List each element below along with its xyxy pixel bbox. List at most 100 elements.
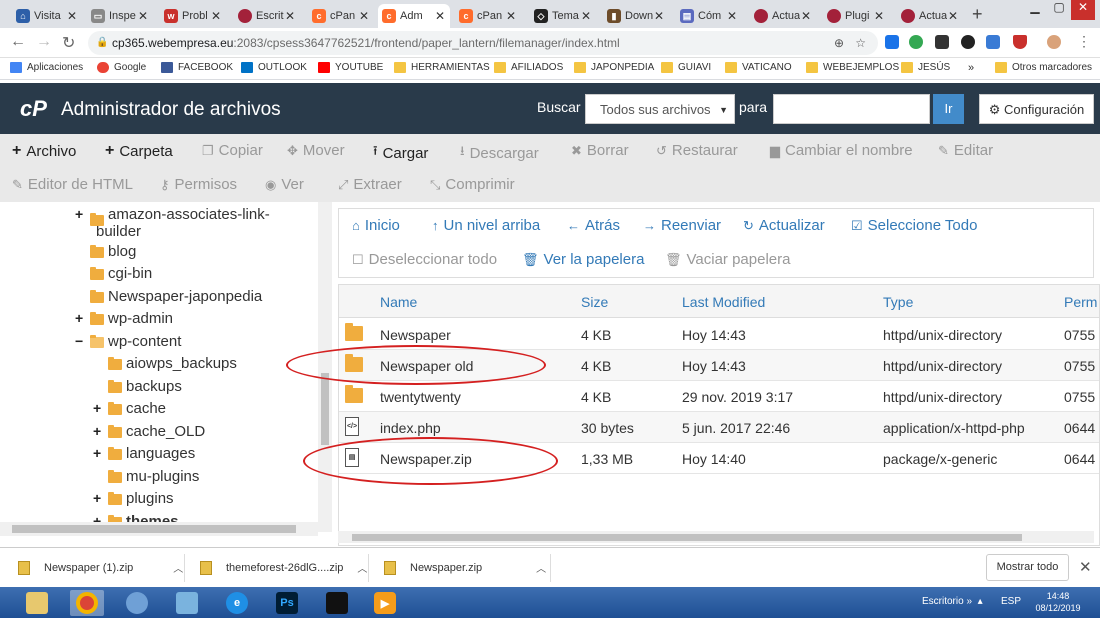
download-item[interactable]: Newspaper.zip ︿	[384, 560, 546, 575]
go-button[interactable]: Ir	[933, 94, 964, 124]
taskbar-app[interactable]	[320, 590, 354, 616]
language-indicator[interactable]: ESP	[1001, 596, 1021, 607]
close-icon[interactable]: ✕	[358, 9, 370, 23]
expand-icon[interactable]: +	[75, 206, 86, 222]
other-bookmarks[interactable]: Otros marcadores	[995, 62, 1092, 73]
search-scope-select[interactable]: Todos sus archivos ▼	[585, 94, 735, 124]
compress-button[interactable]: ⤡ Comprimir	[430, 176, 515, 193]
list-hscroll-thumb[interactable]	[352, 534, 1022, 541]
browser-tab[interactable]: c cPan ✕	[308, 4, 374, 28]
file-row[interactable]: twentytwenty 4 KB 29 nov. 2019 3:17 http…	[339, 381, 1099, 412]
new-folder-button[interactable]: + Carpeta	[105, 142, 173, 160]
upload-button[interactable]: ⭱ Cargar	[373, 142, 428, 164]
menu-icon[interactable]: ⋮	[1077, 33, 1091, 50]
tree-node[interactable]: cgi-bin	[86, 265, 152, 282]
taskbar-app[interactable]	[20, 590, 54, 616]
window-close-icon[interactable]: ✕	[1071, 0, 1095, 20]
chevron-up-icon[interactable]: ︿	[357, 560, 367, 575]
close-icon[interactable]: ✕	[210, 9, 222, 23]
tree-node[interactable]: blog	[86, 243, 136, 260]
tree-scroll-thumb[interactable]	[321, 373, 329, 445]
tree-node[interactable]: + amazon-associates-link-builder	[75, 206, 270, 240]
view-button[interactable]: ◉ Ver	[265, 176, 304, 193]
chevron-up-icon[interactable]: ︿	[536, 560, 546, 575]
up-one-level-button[interactable]: ↑ Un nivel arriba	[432, 217, 540, 234]
expand-icon[interactable]: +	[75, 310, 86, 326]
bookmark-folder[interactable]: JESÚS	[901, 62, 950, 73]
taskbar-app[interactable]: Ps	[270, 590, 304, 616]
restore-button[interactable]: ↺ Restaurar	[656, 142, 738, 159]
extension-icon[interactable]	[909, 35, 923, 49]
close-icon[interactable]: ✕	[505, 9, 517, 23]
search-input[interactable]	[773, 94, 930, 124]
forward-icon[interactable]: →	[36, 33, 52, 51]
home-button[interactable]: ⌂ Inicio	[352, 217, 400, 234]
extract-button[interactable]: ⤢ Extraer	[338, 176, 402, 193]
browser-tab[interactable]: Actua ✕	[750, 4, 816, 28]
browser-tab[interactable]: Plugi ✕	[823, 4, 889, 28]
view-trash-button[interactable]: 🗑 Ver la papelera	[522, 251, 644, 268]
reload-icon[interactable]: ↻	[62, 33, 75, 53]
expand-icon[interactable]: +	[93, 445, 104, 461]
tree-node[interactable]: aiowps_backups	[104, 355, 237, 372]
star-icon[interactable]: ☆	[855, 31, 866, 55]
download-button[interactable]: ⭳ Descargar	[460, 142, 539, 164]
taskbar-app[interactable]	[120, 590, 154, 616]
extension-icon[interactable]	[961, 35, 975, 49]
column-last-modified[interactable]: Last Modified	[682, 294, 765, 310]
taskbar-app[interactable]	[170, 590, 204, 616]
browser-tab[interactable]: ▤ Cóm ✕	[676, 4, 742, 28]
collapse-icon[interactable]: −	[75, 333, 86, 349]
permissions-button[interactable]: ⚷ Permisos	[160, 176, 237, 193]
close-icon[interactable]: ✕	[284, 9, 296, 23]
bookmark-folder[interactable]: AFILIADOS	[494, 62, 563, 73]
tree-node[interactable]: + cache	[93, 400, 166, 417]
taskbar-app[interactable]: ▶	[368, 590, 402, 616]
minimize-icon[interactable]: ▁	[1023, 0, 1047, 20]
copy-button[interactable]: ❐ Copiar	[202, 142, 263, 159]
column-name[interactable]: Name	[380, 294, 417, 310]
browser-tab[interactable]: ◇ Tema ✕	[530, 4, 596, 28]
close-icon[interactable]: ✕	[653, 9, 665, 23]
bookmarks-more-button[interactable]: »	[968, 62, 974, 74]
settings-button[interactable]: ⚙ Configuración	[979, 94, 1094, 124]
forward-button[interactable]: → Reenviar	[643, 217, 721, 234]
file-row[interactable]: Newspaper 4 KB Hoy 14:43 httpd/unix-dire…	[339, 319, 1099, 350]
chevron-up-icon[interactable]: ︿	[173, 560, 183, 575]
edit-button[interactable]: ✎ Editar	[938, 142, 993, 159]
bookmark-item[interactable]: Aplicaciones	[10, 62, 83, 73]
close-icon[interactable]: ✕	[800, 9, 812, 23]
tree-node[interactable]: mu-plugins	[104, 468, 199, 485]
tree-node[interactable]: + wp-admin	[75, 310, 173, 327]
browser-tab[interactable]: ⌂ Visita ✕	[12, 4, 82, 28]
close-icon[interactable]: ✕	[726, 9, 738, 23]
new-tab-icon[interactable]: +	[972, 4, 983, 25]
delete-button[interactable]: ✖ Borrar	[571, 142, 629, 159]
bookmark-folder[interactable]: GUIAVI	[661, 62, 711, 73]
url-input[interactable]: 🔒 cp365.webempresa.eu:2083/cpsess3647762…	[88, 31, 878, 55]
browser-tab[interactable]: w Probl ✕	[160, 4, 226, 28]
browser-tab[interactable]: Actua ✕	[897, 4, 963, 28]
move-button[interactable]: ✥ Mover	[287, 142, 345, 159]
browser-tab[interactable]: ▮ Down ✕	[603, 4, 669, 28]
close-icon[interactable]: ✕	[947, 9, 959, 23]
extension-icon[interactable]	[986, 35, 1000, 49]
close-icon[interactable]: ✕	[1079, 558, 1092, 576]
download-item[interactable]: Newspaper (1).zip ︿	[18, 560, 183, 575]
bookmark-item[interactable]: OUTLOOK	[241, 62, 307, 73]
tree-hscroll-thumb[interactable]	[12, 525, 296, 533]
show-all-button[interactable]: Mostrar todo	[986, 554, 1069, 581]
expand-icon[interactable]: +	[93, 400, 104, 416]
caret-up-icon[interactable]: ▴	[978, 596, 983, 607]
new-file-button[interactable]: + Archivo	[12, 142, 76, 160]
bookmark-folder[interactable]: VATICANO	[725, 62, 792, 73]
desktop-toolbar-label[interactable]: Escritorio » ▴	[922, 596, 983, 607]
tree-node[interactable]: Newspaper-japonpedia	[86, 288, 262, 305]
bookmark-folder[interactable]: HERRAMIENTAS	[394, 62, 490, 73]
taskbar-app-active[interactable]	[70, 590, 104, 616]
html-editor-button[interactable]: ✎ Editor de HTML	[12, 176, 133, 193]
maximize-icon[interactable]: ▢	[1047, 0, 1071, 20]
bookmark-item[interactable]: YOUTUBE	[318, 62, 383, 73]
browser-tab-active[interactable]: c Adm ✕	[378, 4, 450, 28]
bookmark-item[interactable]: FACEBOOK	[161, 62, 233, 73]
